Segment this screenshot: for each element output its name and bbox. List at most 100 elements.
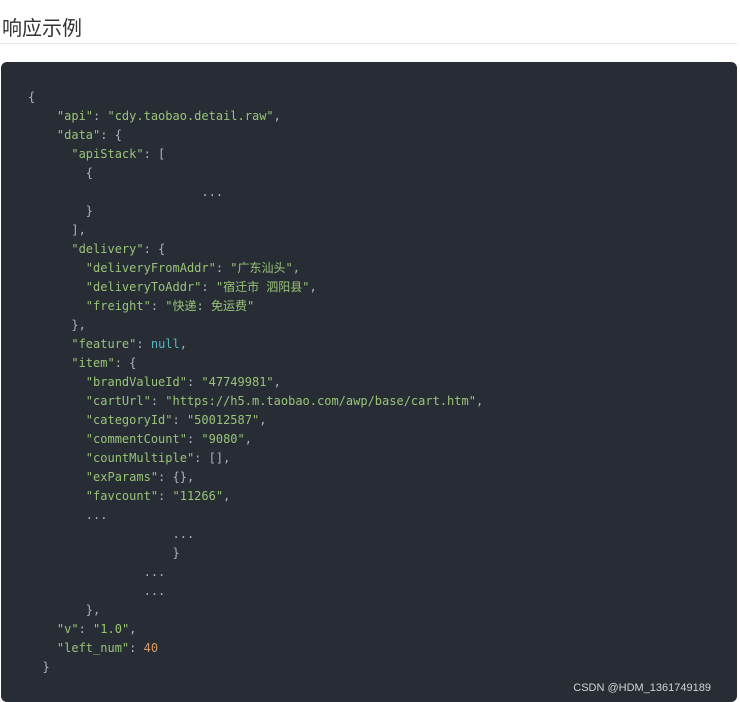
json-punctuation: { bbox=[28, 166, 94, 180]
json-punctuation bbox=[28, 109, 57, 123]
section-divider bbox=[0, 43, 737, 44]
json-key: "countMultiple" bbox=[85, 451, 195, 465]
json-punctuation bbox=[28, 128, 57, 142]
json-punctuation: : bbox=[150, 394, 166, 408]
code-line: "apiStack": [ bbox=[28, 145, 483, 164]
json-string: "11266" bbox=[172, 489, 224, 503]
json-punctuation: : { bbox=[143, 242, 166, 256]
json-key: "deliveryToAddr" bbox=[85, 280, 202, 294]
json-punctuation: : bbox=[93, 109, 108, 123]
json-punctuation: , bbox=[259, 413, 267, 427]
json-key: "commentCount" bbox=[85, 432, 187, 446]
code-line: "commentCount": "9080", bbox=[28, 430, 483, 449]
json-string: "https://h5.m.taobao.com/awp/base/cart.h… bbox=[165, 394, 476, 408]
json-punctuation: : bbox=[172, 413, 187, 427]
code-line: "freight": "快递: 免运费" bbox=[28, 297, 483, 316]
json-key: "brandValueId" bbox=[85, 375, 187, 389]
section-title: 响应示例 bbox=[2, 16, 82, 40]
json-punctuation: , bbox=[244, 432, 252, 446]
json-punctuation bbox=[28, 280, 86, 294]
json-key: "item" bbox=[71, 356, 115, 370]
json-punctuation: } bbox=[28, 660, 50, 674]
json-number: 40 bbox=[143, 641, 159, 655]
code-line: "delivery": { bbox=[28, 240, 483, 259]
json-punctuation: , bbox=[129, 622, 137, 636]
json-punctuation: : bbox=[186, 375, 202, 389]
json-key: "data" bbox=[56, 128, 101, 142]
code-line: "deliveryToAddr": "宿迁市 泗阳县", bbox=[28, 278, 483, 297]
code-line: ... bbox=[28, 563, 483, 582]
json-punctuation bbox=[28, 299, 86, 313]
json-string: "快递: 免运费" bbox=[165, 299, 255, 313]
json-punctuation bbox=[28, 337, 71, 351]
watermark: CSDN @HDM_1361749189 bbox=[573, 682, 711, 694]
json-key: "apiStack" bbox=[71, 147, 144, 161]
json-punctuation: : { bbox=[114, 356, 137, 370]
json-punctuation: }, bbox=[28, 318, 86, 332]
code-line: "data": { bbox=[28, 126, 483, 145]
json-punctuation: : bbox=[150, 299, 166, 313]
json-punctuation bbox=[28, 261, 86, 275]
json-key: "cartUrl" bbox=[85, 394, 151, 408]
json-key: "exParams" bbox=[85, 470, 159, 484]
json-null: null bbox=[150, 337, 180, 351]
json-punctuation: ... bbox=[28, 584, 166, 598]
json-punctuation: }, bbox=[28, 603, 101, 617]
json-punctuation bbox=[28, 147, 71, 161]
code-line: ... bbox=[28, 525, 483, 544]
json-punctuation bbox=[28, 622, 57, 636]
json-punctuation: , bbox=[309, 280, 317, 294]
code-line: { bbox=[28, 88, 483, 107]
json-punctuation bbox=[28, 489, 86, 503]
code-line: "brandValueId": "47749981", bbox=[28, 373, 483, 392]
json-punctuation: , bbox=[292, 261, 300, 275]
json-key: "feature" bbox=[71, 337, 137, 351]
code-line: "countMultiple": [], bbox=[28, 449, 483, 468]
json-punctuation: ... bbox=[28, 508, 108, 522]
json-punctuation: ... bbox=[28, 565, 166, 579]
code-line: "left_num": 40 bbox=[28, 639, 483, 658]
json-string: "47749981" bbox=[201, 375, 274, 389]
code-line: } bbox=[28, 202, 483, 221]
json-key: "deliveryFromAddr" bbox=[85, 261, 216, 275]
code-line: "feature": null, bbox=[28, 335, 483, 354]
json-punctuation bbox=[28, 375, 86, 389]
code-line: "favcount": "11266", bbox=[28, 487, 483, 506]
json-punctuation: ... bbox=[28, 527, 195, 541]
json-punctuation: : { bbox=[100, 128, 122, 142]
json-punctuation bbox=[28, 641, 57, 655]
code-line: } bbox=[28, 658, 483, 677]
json-key: "api" bbox=[56, 109, 94, 123]
json-punctuation: : bbox=[78, 622, 94, 636]
code-line: { bbox=[28, 164, 483, 183]
code-line: ... bbox=[28, 506, 483, 525]
code-line: "v": "1.0", bbox=[28, 620, 483, 639]
json-punctuation: , bbox=[273, 375, 281, 389]
json-punctuation: , bbox=[179, 337, 187, 351]
json-punctuation: : bbox=[158, 489, 173, 503]
code-line: "categoryId": "50012587", bbox=[28, 411, 483, 430]
code-line: ... bbox=[28, 582, 483, 601]
json-punctuation: : [], bbox=[194, 451, 231, 465]
json-string: "宿迁市 泗阳县" bbox=[215, 280, 310, 294]
json-punctuation bbox=[28, 451, 86, 465]
json-string: "9080" bbox=[201, 432, 245, 446]
code-line: ... bbox=[28, 183, 483, 202]
json-punctuation bbox=[28, 470, 86, 484]
json-key: "delivery" bbox=[71, 242, 144, 256]
json-punctuation: : bbox=[215, 261, 231, 275]
json-punctuation: , bbox=[223, 489, 231, 503]
json-punctuation bbox=[28, 413, 86, 427]
json-string: "cdy.taobao.detail.raw" bbox=[107, 109, 274, 123]
code-block: { "api": "cdy.taobao.detail.raw", "data"… bbox=[1, 62, 737, 702]
json-punctuation: : bbox=[186, 432, 202, 446]
code-line: }, bbox=[28, 316, 483, 335]
code-line: "deliveryFromAddr": "广东汕头", bbox=[28, 259, 483, 278]
json-punctuation: : {}, bbox=[158, 470, 195, 484]
json-punctuation: : [ bbox=[143, 147, 166, 161]
json-string: "广东汕头" bbox=[230, 261, 293, 275]
json-punctuation: } bbox=[28, 546, 180, 560]
code-line: }, bbox=[28, 601, 483, 620]
json-punctuation: : bbox=[201, 280, 216, 294]
json-punctuation bbox=[28, 356, 71, 370]
